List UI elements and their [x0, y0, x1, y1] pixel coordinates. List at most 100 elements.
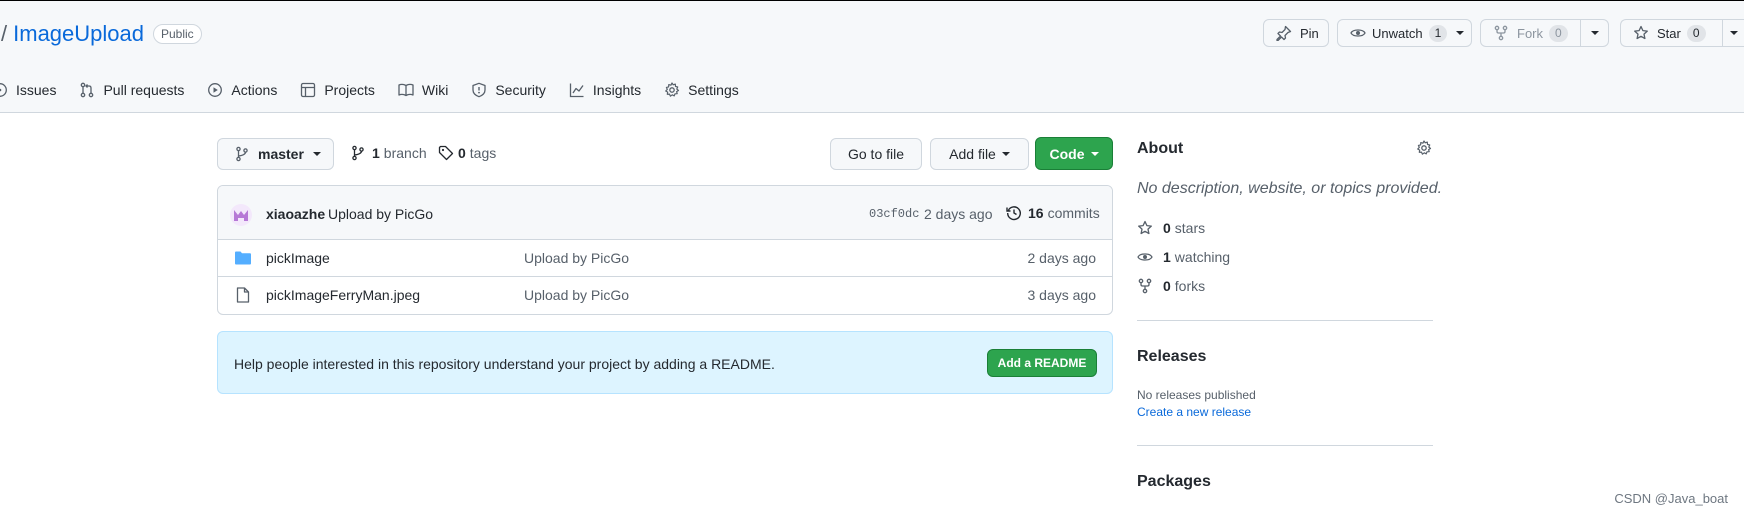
releases-heading-link[interactable]: Releases — [1137, 348, 1206, 366]
tab-insights[interactable]: Insights — [569, 82, 641, 98]
code-button[interactable]: Code — [1035, 137, 1113, 170]
eye-icon — [1350, 25, 1366, 41]
tags-link[interactable]: 0 tags — [438, 145, 496, 161]
sidebar-divider — [1137, 320, 1433, 321]
file-list: xiaoazhe Upload by PicGo 03cf0dc 2 days … — [217, 185, 1113, 315]
folder-icon — [235, 251, 251, 268]
readme-prompt: Help people interested in this repositor… — [217, 331, 1113, 394]
add-file-label: Add file — [949, 146, 996, 162]
fork-button-group: Fork 0 — [1480, 19, 1609, 47]
watching-count: 1 — [1163, 249, 1171, 265]
no-releases-text: No releases published — [1137, 388, 1256, 402]
about-description: No description, website, or topics provi… — [1137, 180, 1443, 197]
tab-label: Pull requests — [103, 82, 185, 98]
gear-icon — [665, 82, 680, 97]
pin-button[interactable]: Pin — [1263, 19, 1329, 47]
chevron-down-icon — [312, 152, 321, 156]
tab-actions[interactable]: Actions — [207, 82, 277, 98]
stars-label: stars — [1174, 220, 1206, 236]
tab-label: Insights — [592, 82, 642, 98]
play-icon — [208, 83, 223, 97]
graph-icon — [569, 83, 584, 98]
table-icon — [301, 82, 316, 98]
packages-heading-link[interactable]: Packages — [1137, 473, 1211, 491]
tab-projects[interactable]: Projects — [300, 82, 375, 98]
repo-name-link[interactable]: ImageUpload — [13, 21, 144, 47]
forks-count: 0 — [1163, 278, 1171, 294]
visibility-badge: Public — [153, 24, 202, 44]
file-icon — [236, 287, 250, 306]
commit-sha-link[interactable]: 03cf0dc — [869, 207, 919, 221]
stars-link[interactable]: 0 stars — [1137, 220, 1205, 236]
history-icon — [1006, 206, 1021, 221]
watchers-link[interactable]: 1 watching — [1137, 249, 1230, 265]
watermark: CSDN @Java_boat — [1614, 491, 1728, 506]
commit-message-link[interactable]: Upload by PicGo — [328, 206, 433, 222]
star-icon — [1633, 25, 1649, 41]
code-label: Code — [1049, 145, 1085, 162]
file-row: pickImage Upload by PicGo 2 days ago — [218, 240, 1112, 277]
commits-link[interactable]: 16 commits — [1006, 205, 1100, 221]
branch-selector-button[interactable]: master — [217, 138, 334, 170]
tab-label: Security — [495, 82, 546, 98]
branch-name: master — [258, 146, 304, 162]
sidebar-divider — [1137, 445, 1433, 446]
add-readme-button[interactable]: Add a README — [987, 349, 1097, 377]
file-name-link[interactable]: pickImage — [266, 250, 330, 266]
fork-icon — [1493, 25, 1509, 41]
file-commit-message-link[interactable]: Upload by PicGo — [524, 250, 629, 266]
tab-issues[interactable]: Issues — [0, 82, 56, 98]
tag-count-value: 0 — [458, 145, 466, 161]
watching-label: watching — [1174, 249, 1231, 265]
repo-header: / ImageUpload Public Pin Unwatch 1 Fork … — [0, 1, 1744, 113]
branch-icon — [352, 145, 364, 161]
star-icon — [1138, 220, 1152, 235]
repo-tabs: Issues Pull requests Actions Projects Wi… — [0, 79, 762, 101]
file-updated-time: 2 days ago — [1027, 250, 1097, 266]
commit-author-link[interactable]: xiaoazhe — [266, 206, 325, 222]
file-name-link[interactable]: pickImageFerryMan.jpeg — [266, 287, 420, 303]
avatar[interactable] — [230, 204, 252, 226]
chevron-down-icon — [1090, 151, 1099, 156]
chevron-down-icon — [1730, 31, 1738, 35]
tab-security[interactable]: Security — [471, 82, 546, 98]
tab-label: Settings — [688, 82, 739, 98]
path-separator: / — [1, 21, 8, 46]
repo-title: / ImageUpload Public — [0, 20, 202, 48]
star-button-group: Star 0 — [1620, 19, 1744, 47]
file-commit-message-link[interactable]: Upload by PicGo — [524, 287, 629, 303]
tab-wiki[interactable]: Wiki — [398, 82, 448, 98]
issue-icon — [0, 83, 7, 97]
gear-icon[interactable] — [1416, 140, 1432, 159]
forks-link[interactable]: 0 forks — [1137, 278, 1205, 294]
readme-prompt-text: Help people interested in this repositor… — [234, 356, 775, 372]
commit-count-value: 16 — [1028, 205, 1044, 221]
add-file-button[interactable]: Add file — [930, 138, 1029, 170]
file-updated-time: 3 days ago — [1027, 287, 1097, 303]
star-counter: 0 — [1686, 24, 1706, 42]
branch-count-label: branch — [383, 145, 427, 161]
branches-link[interactable]: 1 branch — [350, 145, 427, 161]
tab-label: Actions — [231, 82, 278, 98]
unwatch-button[interactable]: Unwatch 1 — [1337, 19, 1472, 47]
eye-icon — [1137, 253, 1153, 261]
latest-commit-bar: xiaoazhe Upload by PicGo 03cf0dc 2 days … — [218, 186, 1112, 240]
tab-pull-requests[interactable]: Pull requests — [79, 82, 184, 98]
shield-icon — [472, 82, 486, 98]
chevron-down-icon[interactable] — [1456, 31, 1465, 35]
create-release-link[interactable]: Create a new release — [1137, 405, 1251, 419]
branch-count-value: 1 — [372, 145, 380, 161]
go-to-file-button[interactable]: Go to file — [830, 138, 922, 170]
fork-dropdown[interactable] — [1580, 20, 1608, 46]
file-row: pickImageFerryMan.jpeg Upload by PicGo 3… — [218, 277, 1112, 314]
fork-label[interactable]: Fork — [1517, 26, 1543, 41]
tab-settings[interactable]: Settings — [664, 82, 739, 98]
fork-counter: 0 — [1549, 24, 1568, 42]
commit-count-label: commits — [1047, 205, 1100, 221]
star-label[interactable]: Star — [1657, 26, 1681, 41]
pin-icon — [1276, 25, 1292, 41]
tab-label: Projects — [324, 82, 375, 98]
chevron-down-icon — [1590, 31, 1599, 35]
watch-counter: 1 — [1428, 24, 1448, 42]
star-dropdown[interactable] — [1722, 20, 1744, 46]
